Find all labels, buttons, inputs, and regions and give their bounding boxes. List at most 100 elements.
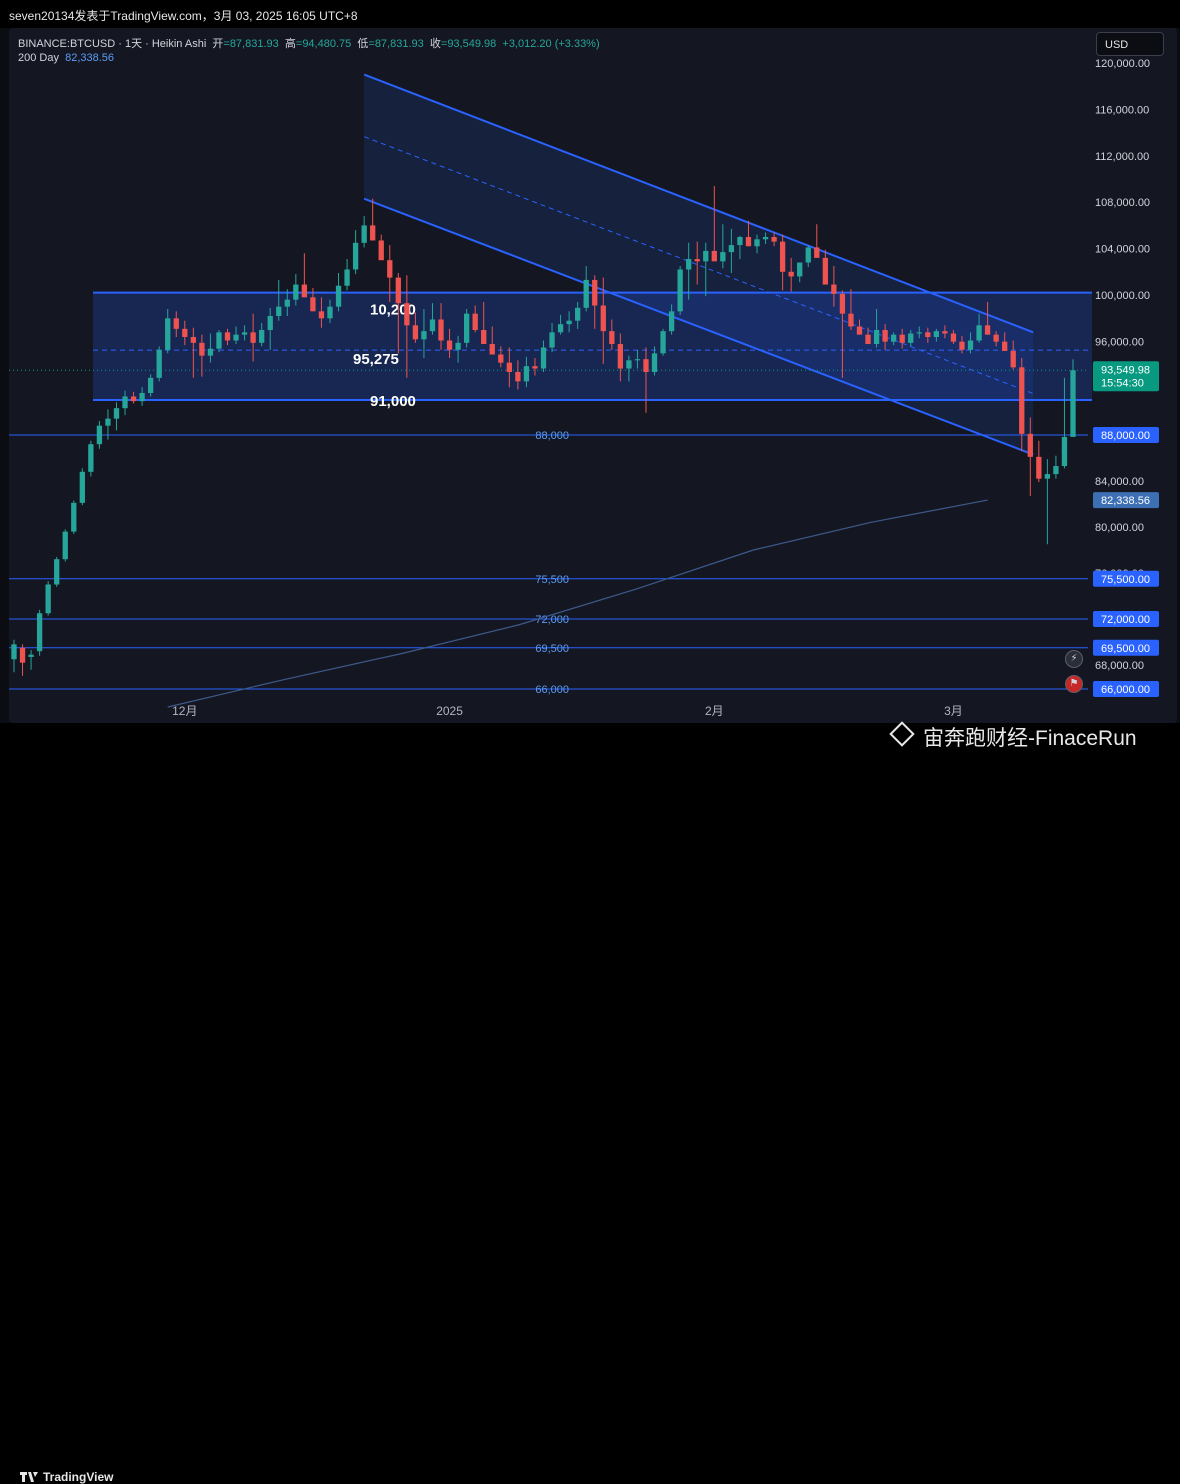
candle-body: [421, 331, 427, 340]
level-badge-text: 88,000.00: [1101, 430, 1150, 442]
candle-body: [848, 313, 854, 327]
candle-body: [856, 326, 863, 335]
x-tick-label: 3月: [944, 704, 963, 718]
ma-value: 82,338.56: [65, 52, 115, 64]
candle-body: [182, 328, 188, 337]
change-value: +3,012.20 (+3.33%): [502, 38, 600, 50]
candle-body: [259, 330, 265, 343]
candle-body: [481, 330, 487, 344]
flag-icon[interactable]: ⚑: [1065, 675, 1083, 693]
symbol-label[interactable]: BINANCE:BTCUSD · 1天 · Heikin Ashi: [18, 38, 206, 50]
candle-body: [352, 242, 359, 270]
candle-body: [984, 325, 991, 335]
candle-body: [130, 396, 137, 402]
y-tick-label: 112,000.00: [1095, 151, 1149, 163]
candle-body: [908, 333, 914, 343]
y-tick-label: 100,000.00: [1095, 290, 1150, 302]
candle-body: [720, 252, 726, 262]
candle-body: [165, 318, 171, 350]
low-value: =87,831.93: [368, 38, 424, 50]
candle-body: [677, 269, 683, 312]
ma-legend[interactable]: 200 Day 82,338.56: [18, 52, 114, 64]
candle-body: [942, 331, 948, 334]
candle-body: [463, 313, 470, 343]
candle-body: [293, 284, 299, 300]
candle-body: [122, 396, 128, 409]
candle-body: [967, 340, 974, 350]
y-tick-label: 108,000.00: [1095, 197, 1150, 209]
candle-body: [745, 237, 752, 247]
candle-body: [873, 330, 880, 344]
candle-body: [506, 362, 512, 372]
level-label: 75,500: [535, 574, 569, 586]
candle-body: [79, 471, 85, 503]
candle-body: [173, 318, 179, 329]
candle-body: [250, 332, 256, 343]
candle-body: [523, 366, 530, 382]
candle-body: [1053, 466, 1059, 475]
range-bottom-label: 91,000: [370, 393, 416, 410]
close-label: 收: [429, 38, 441, 50]
candle-body: [361, 225, 367, 243]
candle-body: [779, 241, 786, 272]
candle-body: [822, 257, 828, 285]
candle-body: [532, 366, 538, 369]
candle-body: [1027, 433, 1033, 457]
candle-body: [1061, 436, 1068, 467]
candle-body: [1010, 351, 1016, 368]
candle-body: [404, 303, 410, 326]
y-tick-label: 104,000.00: [1095, 244, 1150, 256]
candle-body: [54, 559, 60, 585]
candle-body: [643, 359, 649, 372]
candle-body: [797, 262, 803, 277]
candle-body: [190, 337, 196, 343]
level-badge-text: 69,500.00: [1101, 643, 1150, 655]
candle-body: [660, 331, 666, 354]
candle-body: [575, 307, 581, 321]
candle-body: [762, 237, 769, 240]
level-label: 69,500: [535, 643, 569, 655]
candle-body: [694, 259, 700, 262]
candle-body: [156, 349, 162, 378]
last-price-badge-text: 15:54:30: [1101, 377, 1144, 389]
candle-body: [1044, 474, 1051, 479]
candle-body: [412, 325, 419, 340]
level-label: 72,000: [535, 614, 569, 626]
price-chart[interactable]: 12月 2025 2月 3月 88,000 75,500 72,000 69,500 66,00…: [0, 0, 1180, 759]
y-tick-label: 68,000.00: [1095, 660, 1144, 672]
candle-body: [11, 644, 17, 660]
candle-body: [62, 531, 68, 560]
candle-body: [224, 332, 231, 341]
level-label: 66,000: [535, 684, 569, 696]
candle-body: [233, 334, 239, 341]
candle-body: [28, 654, 34, 657]
candle-body: [88, 444, 94, 472]
candle-body: [600, 305, 606, 332]
candle-body: [276, 306, 282, 316]
candle-body: [976, 325, 982, 341]
candle-body: [19, 647, 26, 663]
chart-frame: seven20134发表于TradingView.com，3月 03, 2025…: [0, 0, 1180, 1484]
candle-body: [1019, 367, 1025, 434]
candle-body: [882, 330, 888, 342]
lightning-icon[interactable]: ⚡: [1065, 650, 1083, 668]
candle-body: [207, 348, 214, 356]
candle-body: [139, 393, 145, 402]
y-tick-label: 84,000.00: [1095, 476, 1144, 488]
level-badge-text: 75,500.00: [1101, 574, 1150, 586]
candle-body: [318, 311, 325, 319]
tradingview-logo-icon: [20, 1472, 38, 1482]
x-tick-label: 2月: [705, 704, 724, 718]
candle-body: [241, 332, 248, 335]
watermark: 宙奔跑财经-FinaceRun: [889, 721, 1137, 752]
candle-body: [370, 225, 376, 241]
y-tick-label: 96,000.00: [1095, 337, 1144, 349]
candle-body: [515, 372, 521, 382]
candle-body: [387, 260, 393, 278]
candle-body: [395, 277, 401, 304]
candle-body: [728, 245, 735, 253]
currency-button[interactable]: USD: [1096, 32, 1164, 56]
range-mid-label: 95,275: [353, 351, 399, 368]
y-tick-label: 80,000.00: [1095, 522, 1144, 534]
candle-body: [199, 342, 205, 356]
